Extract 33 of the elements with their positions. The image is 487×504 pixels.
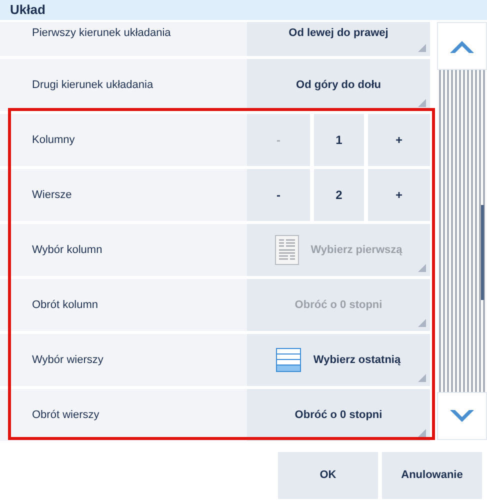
document-icon <box>274 235 299 265</box>
rows-icon <box>276 348 302 372</box>
dropdown[interactable]: Od lewej do prawej <box>247 22 430 56</box>
window-title: Układ <box>0 0 487 20</box>
setting-label: Drugi kierunek układania <box>32 78 154 93</box>
setting-label: Wiersze <box>32 188 72 203</box>
corner-mark-icon <box>418 429 426 437</box>
setting-label: Wybór wierszy <box>32 352 104 368</box>
corner-mark-icon <box>418 374 426 382</box>
scroll-up-button[interactable] <box>437 22 487 70</box>
setting-label: Obrót wierszy <box>32 408 100 423</box>
dropdown[interactable]: Wybierz ostatnią <box>247 334 430 386</box>
corner-mark-icon <box>418 44 426 52</box>
dialog-button[interactable]: OK <box>278 452 378 499</box>
scroll-down-button[interactable] <box>437 392 487 440</box>
setting-label: Obrót kolumn <box>32 298 98 313</box>
corner-mark-icon <box>418 99 426 107</box>
dialog-button[interactable]: Anulowanie <box>382 452 482 499</box>
increment-button[interactable]: + <box>368 114 430 166</box>
chevron-up-icon <box>450 40 474 52</box>
dropdown[interactable]: Od góry do dołu <box>247 59 430 111</box>
setting-label: Wybór kolumn <box>32 242 102 258</box>
scrollbar-thumb[interactable] <box>481 205 484 300</box>
corner-mark-icon <box>418 264 426 272</box>
dropdown[interactable]: Obróć o 0 stopni <box>247 389 430 441</box>
setting-label: Kolumny <box>32 132 75 148</box>
increment-button[interactable]: + <box>368 169 430 221</box>
value-field[interactable]: 1 <box>314 114 364 166</box>
setting-label: Pierwszy kierunek układania <box>32 26 171 41</box>
corner-mark-icon <box>418 319 426 327</box>
decrement-button[interactable]: - <box>247 169 310 221</box>
chevron-down-icon <box>450 410 474 422</box>
value-field[interactable]: 2 <box>314 169 364 221</box>
